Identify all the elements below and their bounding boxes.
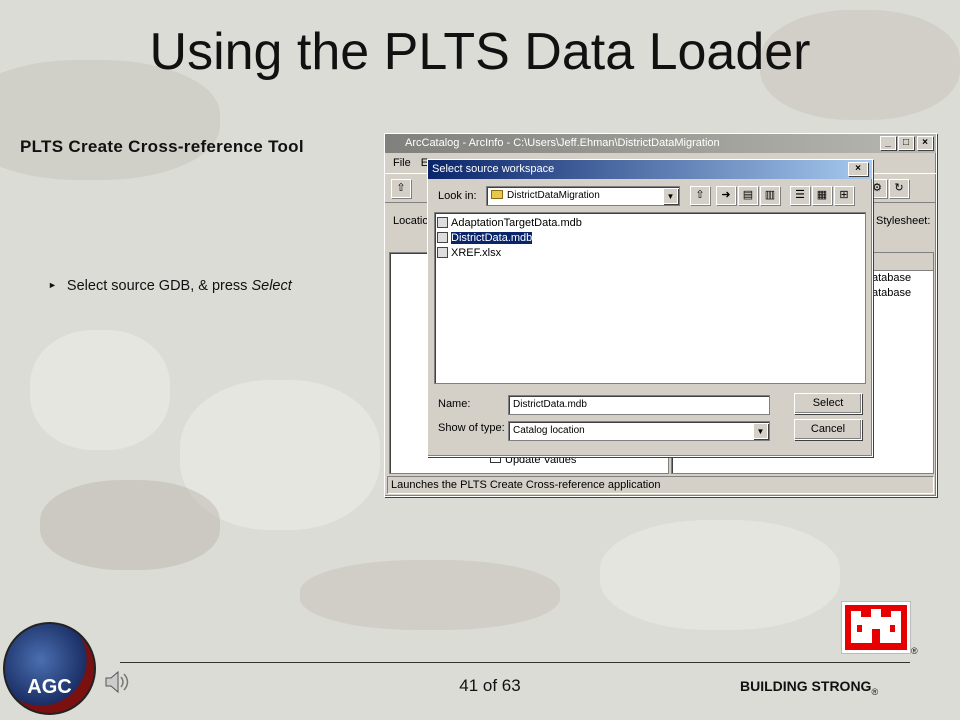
spreadsheet-icon: [437, 247, 448, 258]
maximize-button[interactable]: □: [898, 136, 914, 150]
disconnect-icon[interactable]: ▥: [760, 186, 780, 205]
dialog-title: Select source workspace: [432, 163, 555, 175]
folder-icon: [491, 190, 503, 199]
footer-divider: [120, 662, 910, 663]
arccatalog-titlebar[interactable]: ArcCatalog - ArcInfo - C:\Users\Jeff.Ehm…: [385, 134, 936, 153]
agc-logo: AGC: [3, 622, 96, 715]
up-folder-icon[interactable]: ⇧: [391, 179, 411, 198]
bullet-emphasis: Select: [251, 278, 292, 294]
chevron-down-icon[interactable]: ▼: [663, 188, 678, 204]
chevron-down-icon[interactable]: ▼: [753, 423, 768, 439]
speaker-icon[interactable]: [104, 670, 130, 699]
refresh-icon[interactable]: ↻: [889, 179, 909, 198]
name-label: Name:: [438, 398, 471, 410]
registered-mark: ®: [911, 646, 918, 656]
type-label: Show of type:: [438, 422, 505, 434]
usace-castle-logo: [842, 602, 910, 653]
look-in-label: Look in:: [438, 190, 477, 202]
status-bar: Launches the PLTS Create Cross-reference…: [387, 476, 934, 494]
castle-icon: [851, 609, 901, 643]
close-button[interactable]: ×: [917, 136, 933, 150]
page-number: 41 of 63: [459, 676, 521, 695]
menu-file[interactable]: File: [393, 157, 411, 169]
connect-folder-icon[interactable]: ➜: [716, 186, 736, 205]
file-item[interactable]: AdaptationTargetData.mdb: [435, 216, 865, 231]
location-label: Locatio: [393, 215, 429, 227]
list-view-icon[interactable]: ☰: [790, 186, 810, 205]
cancel-button[interactable]: Cancel: [794, 419, 862, 440]
file-list[interactable]: AdaptationTargetData.mdb DistrictData.md…: [434, 212, 866, 384]
slide-title: Using the PLTS Data Loader: [149, 23, 811, 81]
bullet-arrow-icon: ►: [48, 280, 57, 290]
slide-subtitle: PLTS Create Cross-reference Tool: [20, 137, 304, 156]
building-strong-brand: BUILDING STRONG®: [740, 678, 879, 697]
thumbnails-view-icon[interactable]: ⊞: [834, 186, 854, 205]
look-in-dropdown[interactable]: DistrictDataMigration ▼: [486, 186, 680, 206]
details-view-icon[interactable]: ▦: [812, 186, 832, 205]
dialog-titlebar[interactable]: Select source workspace ×: [428, 160, 872, 179]
file-item[interactable]: XREF.xlsx: [435, 246, 865, 261]
up-one-level-icon[interactable]: ⇧: [690, 186, 710, 205]
bullet-text: Select source GDB, & press: [66, 278, 252, 294]
database-icon: [437, 232, 448, 243]
new-folder-icon[interactable]: ▤: [738, 186, 758, 205]
stylesheet-label: Stylesheet:: [876, 215, 931, 227]
file-item-selected[interactable]: DistrictData.mdb: [435, 231, 865, 246]
arccatalog-title: ArcCatalog - ArcInfo - C:\Users\Jeff.Ehm…: [405, 137, 720, 149]
dialog-close-button[interactable]: ×: [848, 162, 868, 176]
name-input[interactable]: DistrictData.mdb: [508, 395, 770, 415]
select-workspace-dialog: Select source workspace × Look in: Distr…: [427, 159, 873, 457]
type-dropdown[interactable]: Catalog location ▼: [508, 421, 770, 441]
minimize-button[interactable]: _: [880, 136, 896, 150]
bullet-item: ► Select source GDB, & press Select: [48, 278, 292, 294]
select-button[interactable]: Select: [794, 393, 862, 414]
database-icon: [437, 217, 448, 228]
